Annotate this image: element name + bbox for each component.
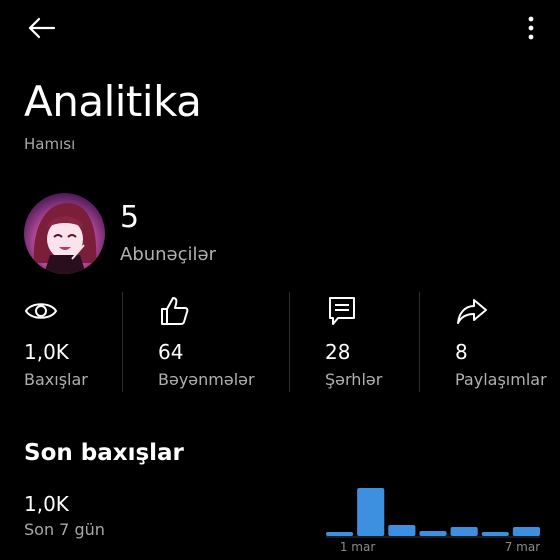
chart-bar-1-mar[interactable] <box>326 532 354 536</box>
eye-icon <box>24 303 58 319</box>
subscribers-label: Abunəçilər <box>120 244 217 265</box>
stat-views-label: Baxışlar <box>24 370 88 389</box>
stat-comments-label: Şərhlər <box>325 370 383 389</box>
stat-likes-value: 64 <box>158 340 184 364</box>
recent-views-value: 1,0K <box>24 492 69 516</box>
stat-views-value: 1,0K <box>24 340 69 364</box>
subscribers-count: 5 <box>120 200 140 235</box>
chart-bar-4-mar[interactable] <box>419 531 447 536</box>
more-options-button[interactable] <box>516 12 546 44</box>
stat-comments-value: 28 <box>325 340 351 364</box>
recent-views-chart[interactable]: 1 mar 7 mar <box>326 480 540 560</box>
chart-bar-2-mar[interactable] <box>357 488 385 536</box>
avatar-image <box>24 193 105 274</box>
chart-bar-3-mar[interactable] <box>388 525 416 536</box>
divider <box>122 292 123 392</box>
chart-tick-label: 7 mar <box>505 540 540 554</box>
more-vertical-icon <box>528 16 534 40</box>
chart-bar-6-mar[interactable] <box>481 532 509 536</box>
chart-tick-label: 1 mar <box>340 540 375 554</box>
recent-views-title: Son baxışlar <box>24 440 184 466</box>
top-bar <box>0 0 560 56</box>
divider <box>419 292 420 392</box>
recent-views-period: Son 7 gün <box>24 520 105 539</box>
back-button[interactable] <box>22 10 60 46</box>
arrow-left-icon <box>28 17 56 39</box>
share-icon <box>457 299 487 324</box>
stat-shares-label: Paylaşımlar <box>455 370 547 389</box>
thumbs-up-icon <box>161 297 189 325</box>
chart-bar-7-mar[interactable] <box>512 527 540 536</box>
comment-icon <box>329 297 355 325</box>
chart-bar-5-mar[interactable] <box>450 527 478 536</box>
divider <box>289 292 290 392</box>
avatar[interactable] <box>24 193 105 274</box>
filter-subtitle[interactable]: Hamısı <box>24 135 75 153</box>
page-title: Analitika <box>24 77 202 126</box>
stat-likes-label: Bəyənmələr <box>158 370 255 389</box>
stat-shares-value: 8 <box>455 340 468 364</box>
